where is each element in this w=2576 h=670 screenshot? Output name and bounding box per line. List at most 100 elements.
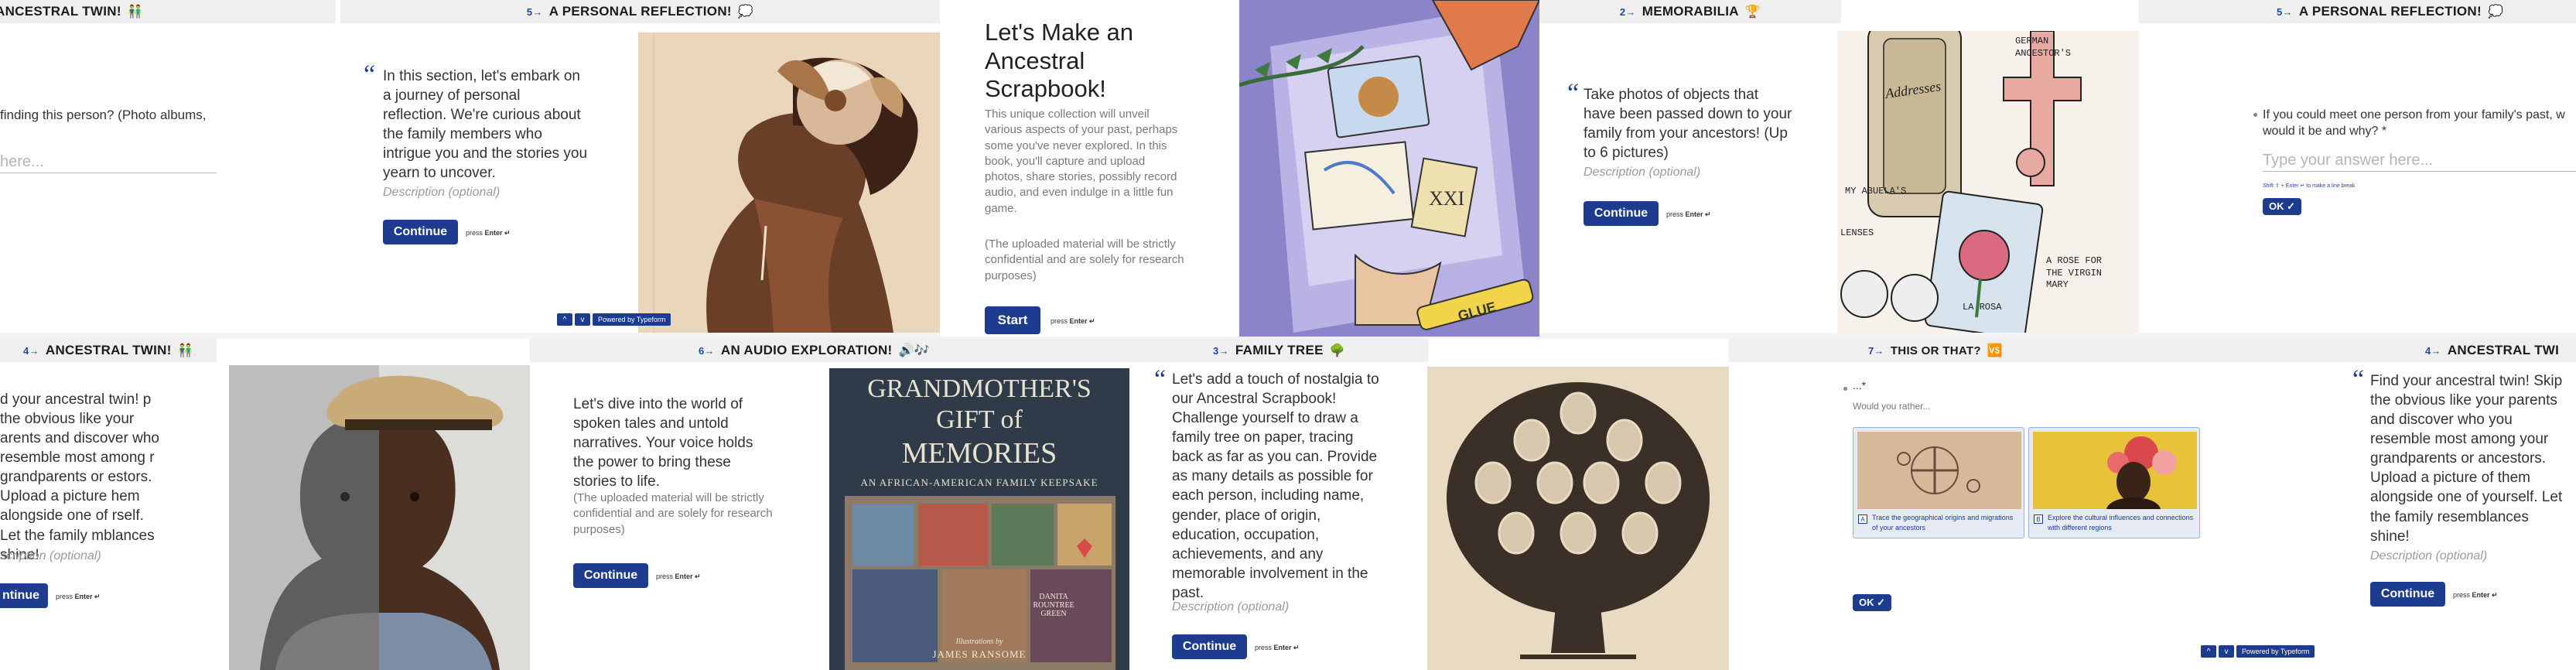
header-title: AN AUDIO EXPLORATION! — [720, 343, 893, 357]
panel-header: 4→ ANCESTRAL TWI — [2328, 339, 2576, 362]
line-break-hint: Shift ⇧ + Enter ↵ to make a line break — [2263, 183, 2356, 189]
sketch-label-abuela: MY ABUELA'S — [1845, 186, 1907, 197]
sketch-label-rose: A ROSE FOR THE VIRGIN MARY — [2046, 255, 2103, 291]
question-subtitle: Would you rather... — [1853, 401, 1931, 412]
continue-button[interactable]: Continue — [1172, 634, 1247, 659]
continue-button[interactable]: ntinue — [0, 583, 48, 608]
next-question-button[interactable]: v — [2219, 645, 2234, 658]
press-enter-hint: press Enter ↵ — [1255, 644, 1300, 651]
panel-header: 7→ THIS OR THAT? 🆚 — [1729, 339, 2328, 362]
pagination-controls: ^ v Powered by Typeform — [557, 313, 671, 326]
top-panel-memorabilia: 2→ MEMORABILIA 🏆 “ Take photos of object… — [1539, 0, 2139, 333]
question-bullet — [2253, 113, 2257, 117]
option-b-key: B — [2034, 514, 2043, 524]
bottom-panel-family-tree: 3→ FAMILY TREE 🌳 “ Let's add a touch of … — [1129, 339, 1729, 670]
option-b-label: Explore the cultural influences and conn… — [2048, 514, 2194, 532]
people-emoji-icon: 👬 — [127, 5, 144, 19]
sketch-label-lenses: LENSES — [1840, 227, 1874, 238]
versus-icon: 🆚 — [1987, 344, 2004, 357]
header-title: MEMORABILIA — [1642, 4, 1739, 19]
option-a-key: A — [1858, 514, 1867, 524]
bottom-panel-this-or-that: 7→ THIS OR THAT? 🆚 ...* Would you rather… — [1729, 339, 2328, 670]
quote-icon: “ — [364, 60, 376, 89]
welcome-title: Let's Make an Ancestral Scrapbook! — [985, 19, 1134, 103]
option-a-label: Trace the geographical origins and migra… — [1872, 514, 2014, 532]
press-enter-hint: press Enter ↵ — [1666, 210, 1711, 218]
panel-header: 4→ ANCESTRAL TWIN! 👬 — [0, 339, 217, 362]
description-field[interactable]: Description (optional) — [1172, 600, 1289, 614]
panel-header: 5→ A PERSONAL REFLECTION! 💭 — [340, 0, 940, 23]
powered-by-badge[interactable]: Powered by Typeform — [2236, 645, 2315, 658]
quote-icon: “ — [1567, 79, 1580, 108]
question-number: 2→ — [1619, 5, 1636, 18]
header-title: A PERSONAL REFLECTION! — [548, 4, 732, 19]
top-panel-reflection-question: 5→ A PERSONAL REFLECTION! 💭 If you could… — [2139, 0, 2576, 333]
bottom-panel-ancestral-twin: 4→ ANCESTRAL TWIN! 👬 d your ancestral tw… — [0, 339, 530, 670]
panel-header: 6→ AN AUDIO EXPLORATION! 🔊🎶 — [530, 339, 1129, 362]
continue-button[interactable]: Continue — [383, 220, 458, 244]
continue-button[interactable]: Continue — [2370, 582, 2445, 607]
header-title: THIS OR THAT? — [1890, 344, 1981, 357]
press-enter-hint: press Enter ↵ — [1051, 317, 1095, 325]
press-enter-hint: press Enter ↵ — [56, 593, 101, 600]
audio-text: Let's dive into the world of spoken tale… — [573, 396, 753, 491]
press-enter-hint: press Enter ↵ — [656, 573, 701, 580]
next-question-button[interactable]: v — [575, 313, 590, 326]
choice-option-a[interactable]: A Trace the geographical origins and mig… — [1853, 427, 2024, 538]
answer-input[interactable]: here... — [0, 153, 217, 173]
description-field[interactable]: scription (optional) — [0, 549, 101, 563]
privacy-note: (The uploaded material will be strictly … — [985, 238, 1184, 282]
top-panel-ancestral-twin: ANCESTRAL TWIN! 👬 finding this person? (… — [0, 0, 340, 333]
previous-question-button[interactable]: ^ — [2201, 645, 2216, 658]
quote-icon: “ — [1154, 365, 1167, 394]
tree-icon: 🌳 — [1329, 344, 1345, 357]
question-number: 4→ — [2425, 344, 2441, 357]
bottom-panel-ancestral-twin-2: 4→ ANCESTRAL TWI “ Find your ancestral t… — [2328, 339, 2576, 670]
question-number: 6→ — [699, 344, 715, 357]
choice-option-b[interactable]: B Explore the cultural influences and co… — [2028, 427, 2200, 538]
people-emoji-icon: 👬 — [177, 344, 193, 357]
woman-profile-illustration — [638, 32, 940, 333]
start-button[interactable]: Start — [985, 306, 1040, 334]
description-field[interactable]: Description (optional) — [2370, 549, 2487, 563]
question-text: ...* — [1853, 379, 1867, 391]
ok-button[interactable]: OK ✓ — [1853, 594, 1892, 611]
memorabilia-sketch: GERMAN ANCESTOR'S MY ABUELA'S LENSES A R… — [1837, 31, 2139, 333]
memorabilia-text: Take photos of objects that have been pa… — [1584, 87, 1792, 162]
continue-button[interactable]: Continue — [1584, 201, 1659, 226]
svg-text:XXI: XXI — [1429, 187, 1464, 210]
sketch-label-german: GERMAN ANCESTOR'S — [2015, 36, 2072, 59]
top-panel-personal-reflection: 5→ A PERSONAL REFLECTION! 💭 “ In this se… — [340, 0, 940, 333]
quote-icon: “ — [2352, 365, 2365, 394]
trophy-icon: 🏆 — [1744, 5, 1761, 19]
bottom-panel-audio: 6→ AN AUDIO EXPLORATION! 🔊🎶 Let's dive i… — [530, 339, 1129, 670]
intro-text: In this section, let's embark on a journ… — [383, 68, 588, 182]
header-title: ANCESTRAL TWIN! — [0, 4, 121, 19]
book-illustrator: JAMES RANSOME — [932, 648, 1027, 660]
ok-button[interactable]: OK ✓ — [2263, 198, 2302, 215]
panel-header: 5→ A PERSONAL REFLECTION! 💭 — [2139, 0, 2576, 23]
book-subtitle: AN AFRICAN-AMERICAN FAMILY KEEPSAKE — [860, 477, 1098, 488]
answer-input[interactable]: Type your answer here... — [2263, 152, 2576, 172]
top-panel-welcome: Let's Make an Ancestral Scrapbook! This … — [940, 0, 1539, 337]
header-title: A PERSONAL REFLECTION! — [2298, 4, 2482, 19]
question-number: 3→ — [1213, 344, 1229, 357]
continue-button[interactable]: Continue — [573, 563, 648, 588]
pagination-controls: ^ v Powered by Typeform — [2201, 645, 2315, 658]
book-cover-image: GRANDMOTHER'S GIFT of MEMORIES AN AFRICA… — [829, 368, 1129, 670]
book-illustrator-label: Illustrations by — [955, 638, 1003, 646]
family-tree-text: Let's add a touch of nostalgia to our An… — [1172, 371, 1379, 601]
description-field[interactable]: Description (optional) — [1584, 166, 1700, 179]
description-field[interactable]: Description (optional) — [383, 186, 500, 200]
migration-map-image — [1857, 432, 2021, 509]
panel-header: 3→ FAMILY TREE 🌳 — [1129, 339, 1429, 362]
previous-question-button[interactable]: ^ — [557, 313, 572, 326]
header-title: FAMILY TREE — [1235, 343, 1324, 357]
book-author: DANITA ROUNTREE GREEN — [1033, 593, 1074, 618]
welcome-body: This unique collection will unveil vario… — [985, 108, 1178, 215]
press-enter-hint: press Enter ↵ — [466, 229, 511, 237]
powered-by-badge[interactable]: Powered by Typeform — [593, 313, 671, 326]
question-number: 5→ — [2277, 5, 2293, 18]
cultural-portrait-image — [2033, 432, 2197, 509]
speaker-music-icon: 🔊🎶 — [898, 344, 930, 357]
